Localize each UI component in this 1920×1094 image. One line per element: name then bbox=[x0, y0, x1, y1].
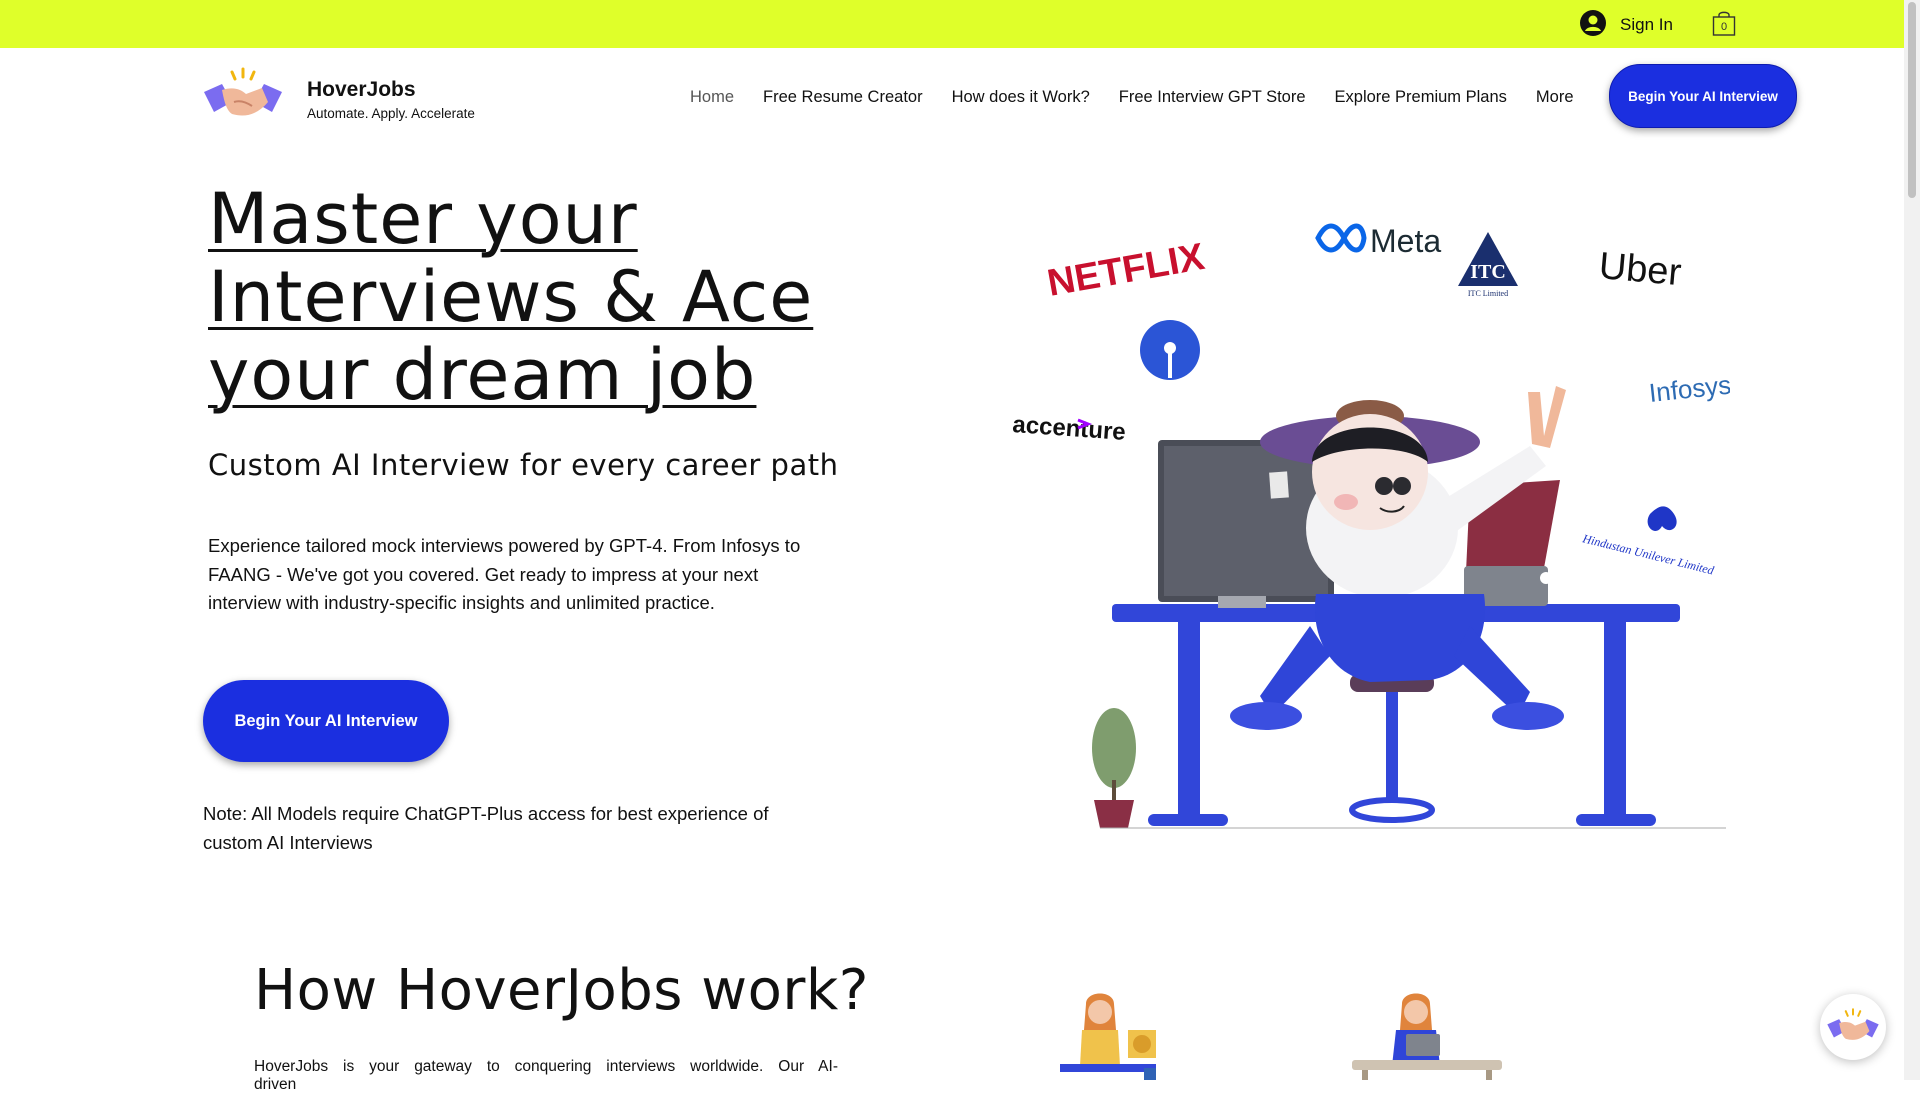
hero-subtitle: Custom AI Interview for every career pat… bbox=[208, 448, 839, 482]
nav-item-interview-gpt-store[interactable]: Free Interview GPT Store bbox=[1119, 88, 1306, 107]
nav-item-more[interactable]: More bbox=[1536, 88, 1574, 107]
how-it-works-illustration-2 bbox=[1352, 990, 1502, 1080]
hero-illustration: Meta NETFLIX ITC ITC Limited Uber Infosy… bbox=[1010, 196, 1733, 832]
user-avatar-icon bbox=[1580, 9, 1606, 41]
hero-title-line-1: Master your bbox=[208, 178, 638, 260]
nav-item-premium-plans[interactable]: Explore Premium Plans bbox=[1335, 88, 1507, 107]
uber-logo: Uber bbox=[1597, 245, 1683, 294]
person-with-blocks-illustration bbox=[1060, 993, 1156, 1080]
hul-logo-text: Hindustan Unilever Limited bbox=[1580, 531, 1716, 578]
accenture-logo-text: accenture bbox=[1012, 411, 1127, 446]
hero-note: Note: All Models require ChatGPT-Plus ac… bbox=[203, 803, 769, 853]
accenture-logo: accenture bbox=[1012, 411, 1127, 446]
hul-logo: Hindustan Unilever Limited bbox=[1580, 506, 1716, 578]
nav-item-free-resume-creator[interactable]: Free Resume Creator bbox=[763, 88, 923, 107]
cart-count: 0 bbox=[1720, 21, 1728, 33]
sign-in-label: Sign In bbox=[1620, 15, 1673, 34]
itc-logo: ITC ITC Limited bbox=[1458, 232, 1518, 298]
nav-item-home[interactable]: Home bbox=[690, 88, 734, 107]
handshake-icon bbox=[204, 67, 282, 116]
main-nav: Home Free Resume Creator How does it Wor… bbox=[690, 88, 1603, 107]
how-it-works-illustration-1 bbox=[1056, 986, 1160, 1080]
brand-name[interactable]: HoverJobs bbox=[307, 78, 416, 102]
sbi-logo bbox=[1140, 320, 1200, 380]
hero-description: Experience tailored mock interviews powe… bbox=[208, 535, 801, 613]
meta-logo-text: Meta bbox=[1370, 223, 1441, 259]
header-begin-interview-button[interactable]: Begin Your AI Interview bbox=[1609, 64, 1797, 128]
hero-title-line-3: your dream job bbox=[208, 334, 757, 416]
handshake-icon bbox=[1827, 1008, 1879, 1040]
nav-item-how-it-works[interactable]: How does it Work? bbox=[952, 88, 1090, 107]
cart-button[interactable]: 0 bbox=[1712, 9, 1736, 37]
scrollbar-thumb[interactable] bbox=[1908, 2, 1916, 198]
hero-begin-interview-button[interactable]: Begin Your AI Interview bbox=[203, 680, 449, 762]
infosys-logo: Infosys bbox=[1647, 370, 1730, 408]
person-with-laptop-illustration bbox=[1352, 993, 1502, 1080]
netflix-logo: NETFLIX bbox=[1044, 236, 1208, 305]
sign-in-button[interactable]: Sign In bbox=[1580, 9, 1673, 41]
svg-text:ITC: ITC bbox=[1470, 261, 1506, 283]
hero-title-line-2: Interviews & Ace bbox=[208, 256, 814, 338]
meta-logo: Meta bbox=[1315, 223, 1441, 259]
how-it-works-title: How HoverJobs work? bbox=[254, 958, 869, 1023]
itc-logo-text: ITC Limited bbox=[1468, 289, 1508, 298]
desk-character-illustration: Meta NETFLIX ITC ITC Limited Uber Infosy… bbox=[1012, 223, 1733, 829]
how-it-works-description: HoverJobs is your gateway to conquering … bbox=[254, 1058, 838, 1093]
hero-title: Master your Interviews & Ace your dream … bbox=[208, 180, 928, 414]
brand-tagline: Automate. Apply. Accelerate bbox=[307, 106, 475, 121]
brand-logo[interactable] bbox=[202, 66, 284, 126]
chat-widget-button[interactable] bbox=[1820, 994, 1886, 1060]
